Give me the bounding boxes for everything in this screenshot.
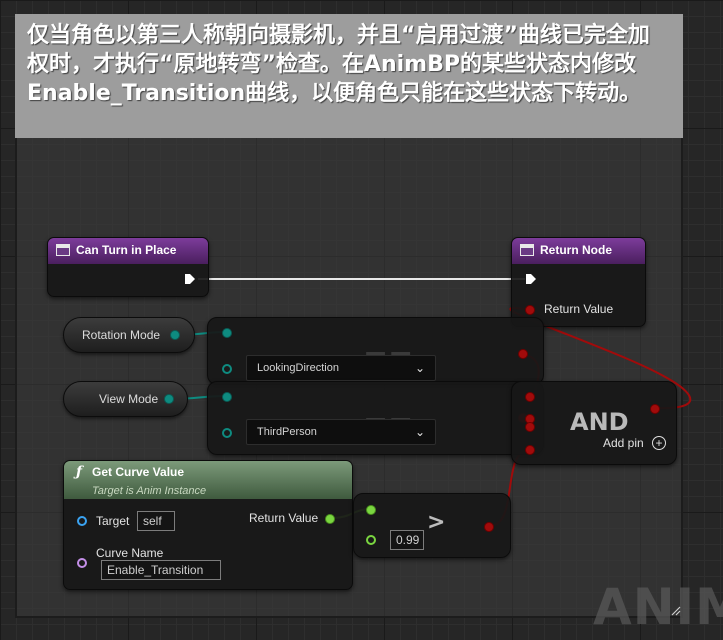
add-pin-label[interactable]: Add pin <box>603 436 644 450</box>
curve-return-value-pin[interactable] <box>325 514 335 524</box>
curve-name-field[interactable]: Enable_Transition <box>101 560 221 580</box>
get-curve-value-title: Get Curve Value <box>92 465 185 479</box>
exec-in-pin[interactable] <box>525 273 537 285</box>
equal-rotation-out-pin[interactable] <box>518 349 528 359</box>
greater-operator: > <box>427 510 446 535</box>
rotation-mode-getter[interactable]: Rotation Mode <box>63 317 195 353</box>
curve-name-pin[interactable] <box>77 558 87 568</box>
greater-than-node[interactable]: > 0.99 <box>353 493 511 558</box>
resize-grip-icon[interactable] <box>669 604 681 616</box>
return-value-pin[interactable] <box>525 305 535 315</box>
target-label: Target <box>96 514 130 528</box>
get-curve-value-node[interactable]: ƒ Get Curve Value Target is Anim Instanc… <box>63 460 353 590</box>
return-node-title: Return Node <box>540 243 612 257</box>
equal-enum-rotation-node[interactable]: == LookingDirection ⌄ <box>207 317 544 385</box>
chevron-down-icon: ⌄ <box>414 425 425 439</box>
greater-a-pin[interactable] <box>366 505 376 515</box>
return-value-label: Return Value <box>544 302 614 316</box>
greater-b-pin[interactable] <box>366 535 376 545</box>
third-person-value: ThirdPerson <box>257 426 317 438</box>
target-field[interactable]: self <box>137 511 175 531</box>
watermark: ANIM <box>593 578 723 636</box>
rotation-mode-label: Rotation Mode <box>82 328 161 342</box>
rotation-mode-out-pin[interactable] <box>170 330 180 340</box>
and-node[interactable]: AND Add pin + <box>511 381 677 465</box>
function-f-icon: ƒ <box>76 464 83 480</box>
view-a-pin[interactable] <box>222 392 232 402</box>
view-mode-getter[interactable]: View Mode <box>63 381 188 417</box>
get-curve-value-subtitle: Target is Anim Instance <box>92 485 207 497</box>
return-node[interactable]: Return Node Return Value <box>511 237 646 327</box>
view-mode-out-pin[interactable] <box>164 394 174 404</box>
return-node-header[interactable]: Return Node <box>512 238 645 264</box>
and-out-pin[interactable] <box>650 404 660 414</box>
looking-direction-dropdown[interactable]: LookingDirection ⌄ <box>246 355 436 381</box>
greater-out-pin[interactable] <box>484 522 494 532</box>
comment-text[interactable]: 仅当角色以第三人称朝向摄影机，并且“启用过渡”曲线已完全加权时，才执行“原地转弯… <box>15 14 683 138</box>
threshold-field[interactable]: 0.99 <box>390 530 424 550</box>
view-mode-label: View Mode <box>99 392 159 406</box>
looking-direction-value: LookingDirection <box>257 362 339 374</box>
can-turn-in-place-header[interactable]: Can Turn in Place <box>48 238 208 264</box>
and-operator: AND <box>570 408 629 436</box>
curve-return-value-label: Return Value <box>249 511 319 525</box>
can-turn-in-place-node[interactable]: Can Turn in Place <box>47 237 209 297</box>
rotation-a-pin[interactable] <box>222 328 232 338</box>
target-pin[interactable] <box>77 516 87 526</box>
and-in-pin-3[interactable] <box>525 422 535 432</box>
third-person-dropdown[interactable]: ThirdPerson ⌄ <box>246 419 436 445</box>
add-pin-icon[interactable]: + <box>652 436 666 450</box>
equal-enum-view-node[interactable]: == ThirdPerson ⌄ <box>207 381 544 455</box>
function-entry-icon <box>56 244 70 256</box>
and-in-pin-4[interactable] <box>525 445 535 455</box>
and-in-pin-1[interactable] <box>525 392 535 402</box>
exec-out-pin[interactable] <box>184 273 196 285</box>
view-b-pin[interactable] <box>222 428 232 438</box>
function-return-icon <box>520 244 534 256</box>
rotation-b-pin[interactable] <box>222 364 232 374</box>
curve-name-label: Curve Name <box>96 546 164 560</box>
chevron-down-icon: ⌄ <box>414 361 425 375</box>
get-curve-value-header[interactable]: ƒ Get Curve Value Target is Anim Instanc… <box>64 461 352 499</box>
can-turn-in-place-title: Can Turn in Place <box>76 243 177 257</box>
